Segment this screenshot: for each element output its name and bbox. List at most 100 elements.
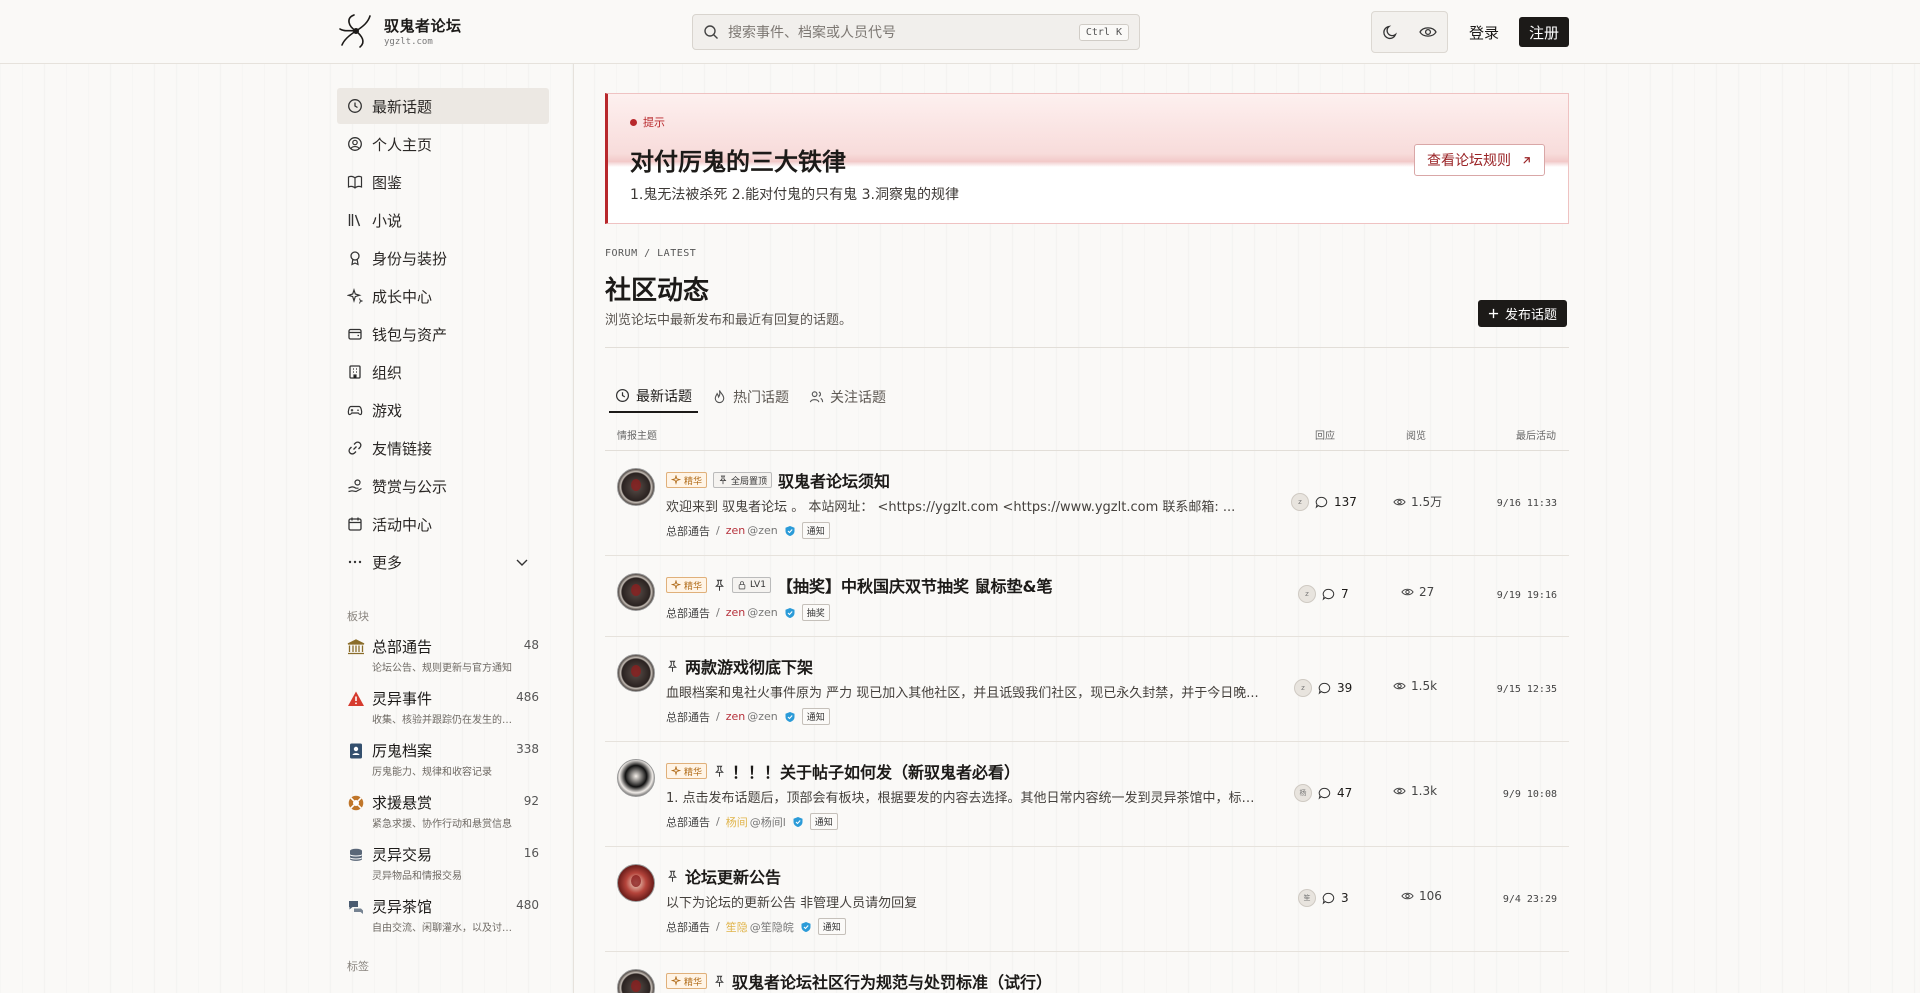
- eye-icon[interactable]: [1418, 22, 1438, 42]
- topic-row[interactable]: 两款游戏彻底下架 血眼档案和鬼社火事件原为 严力 现已加入其他社区，并且诋毁我们社…: [605, 637, 1569, 742]
- site-logo[interactable]: 驭鬼者论坛 ygzlt.com: [338, 12, 462, 50]
- board-item[interactable]: 厉鬼档案 厉鬼能力、规律和收容记录 338: [337, 740, 549, 792]
- topic-board[interactable]: 总部通告: [666, 709, 710, 725]
- notice-title: 对付厉鬼的三大铁律: [630, 148, 846, 176]
- topic-title[interactable]: ！！！关于帖子如何发（新驭鬼者必看）: [732, 759, 1020, 783]
- meta-separator: /: [716, 710, 720, 723]
- comment-icon: [1315, 496, 1328, 509]
- last-replier-avatar[interactable]: z: [1291, 493, 1309, 511]
- search-shortcut: Ctrl K: [1078, 23, 1129, 41]
- topic-title[interactable]: 两款游戏彻底下架: [685, 654, 813, 678]
- topic-meta: 总部通告 / 杨间 @杨间l 通知: [666, 813, 838, 830]
- last-replier-avatar[interactable]: z: [1298, 585, 1316, 603]
- wallet-icon: [347, 326, 372, 342]
- board-name: 灵异茶馆: [372, 898, 433, 916]
- login-link[interactable]: 登录: [1469, 22, 1499, 43]
- topic-author[interactable]: 杨间: [726, 814, 748, 830]
- verified-shield-icon: [792, 816, 804, 828]
- pin-icon: [666, 660, 679, 673]
- moon-icon[interactable]: [1381, 22, 1401, 42]
- sparkle-icon: [671, 976, 681, 986]
- sidebar-item-3[interactable]: 小说: [337, 202, 549, 238]
- topic-row[interactable]: 精华 驭鬼者论坛社区行为规范与处罚标准（试行）: [605, 952, 1569, 993]
- boards-label: 板块: [347, 610, 369, 623]
- topic-title-line: 精华 全局置顶 驭鬼者论坛须知: [666, 468, 890, 492]
- last-replier-avatar[interactable]: 杨: [1294, 784, 1312, 802]
- topic-author[interactable]: zen: [726, 710, 746, 723]
- tab-2[interactable]: 关注话题: [803, 380, 892, 413]
- last-replier-avatar[interactable]: 笙: [1298, 889, 1316, 907]
- topic-title[interactable]: 驭鬼者论坛须知: [778, 468, 890, 492]
- sidebar-item-10[interactable]: 赞赏与公示: [337, 468, 549, 504]
- topic-row[interactable]: 精华 ！！！关于帖子如何发（新驭鬼者必看） 1. 点击发布话题后，顶部会有板块，根据…: [605, 742, 1569, 847]
- topic-row[interactable]: 精华 LV1 【抽奖】中秋国庆双节抽奖 鼠标垫&笔 总部通告 / zen @zen …: [605, 556, 1569, 637]
- chevron-down-icon: [514, 554, 539, 574]
- tags-label: 标签: [347, 960, 369, 973]
- lock-icon: [737, 580, 747, 590]
- avatar[interactable]: [617, 654, 655, 692]
- topic-title-line: 精华 ！！！关于帖子如何发（新驭鬼者必看）: [666, 759, 1020, 783]
- sidebar-item-9[interactable]: 友情链接: [337, 430, 549, 466]
- avatar[interactable]: [617, 759, 655, 797]
- topic-meta: 总部通告 / zen @zen 通知: [666, 522, 830, 539]
- sidebar-item-4[interactable]: 身份与装扮: [337, 240, 549, 276]
- topic-author[interactable]: zen: [726, 524, 746, 537]
- sidebar-item-6[interactable]: 钱包与资产: [337, 316, 549, 352]
- topic-title[interactable]: 驭鬼者论坛社区行为规范与处罚标准（试行）: [732, 969, 1052, 993]
- avatar[interactable]: [617, 468, 655, 506]
- new-topic-button[interactable]: 发布话题: [1478, 300, 1568, 327]
- topic-board[interactable]: 总部通告: [666, 523, 710, 539]
- board-item[interactable]: 总部通告 论坛公告、规则更新与官方通知 48: [337, 636, 549, 688]
- topic-board[interactable]: 总部通告: [666, 814, 710, 830]
- topic-author[interactable]: zen: [726, 606, 746, 619]
- topic-board[interactable]: 总部通告: [666, 605, 710, 621]
- meta-separator: /: [716, 815, 720, 828]
- board-item[interactable]: 灵异茶馆 自由交流、闲聊灌水，以及讨论与... 480: [337, 896, 549, 948]
- board-item[interactable]: 灵异事件 收集、核验并跟踪仍在发生的灵异... 486: [337, 688, 549, 740]
- tab-0[interactable]: 最新话题: [609, 380, 698, 413]
- warning-icon: [347, 690, 365, 708]
- view-rules-button[interactable]: 查看论坛规则: [1414, 144, 1545, 176]
- topic-title[interactable]: 论坛更新公告: [685, 864, 781, 888]
- avatar[interactable]: [617, 969, 655, 993]
- sidebar-item-0[interactable]: 最新话题: [337, 88, 549, 124]
- topic-tag[interactable]: 通知: [801, 708, 830, 725]
- topic-tag[interactable]: 抽奖: [801, 604, 830, 621]
- library-icon: [347, 212, 372, 228]
- reply-count: z 137: [1291, 493, 1357, 511]
- topic-tag[interactable]: 通知: [817, 918, 846, 935]
- user-circle-icon: [347, 136, 372, 152]
- tab-1[interactable]: 热门话题: [706, 380, 795, 413]
- avatar[interactable]: [617, 864, 655, 902]
- last-activity-time: 9/4 23:29: [1502, 894, 1557, 905]
- topic-row[interactable]: 精华 全局置顶 驭鬼者论坛须知 欢迎来到 驭鬼者论坛 。 本站网址： <https:/…: [605, 451, 1569, 556]
- topic-author[interactable]: 笙隐: [726, 919, 748, 935]
- topic-row[interactable]: 论坛更新公告 以下为论坛的更新公告 非管理人员请勿回复 总部通告 / 笙隐 @笙隐…: [605, 847, 1569, 952]
- avatar[interactable]: [617, 573, 655, 611]
- board-desc: 自由交流、闲聊灌水，以及讨论与...: [372, 923, 514, 934]
- topic-board[interactable]: 总部通告: [666, 919, 710, 935]
- topic-title[interactable]: 【抽奖】中秋国庆双节抽奖 鼠标垫&笔: [777, 573, 1053, 597]
- register-button[interactable]: 注册: [1519, 17, 1570, 47]
- sidebar-item-label: 游戏: [372, 401, 403, 420]
- last-replier-avatar[interactable]: z: [1294, 679, 1312, 697]
- sidebar-item-5[interactable]: 成长中心: [337, 278, 549, 314]
- sidebar-item-label: 身份与装扮: [372, 249, 448, 268]
- gamepad-icon: [347, 402, 372, 418]
- board-item[interactable]: 灵异交易 灵异物品和情报交易 16: [337, 844, 549, 896]
- section-divider: [605, 347, 1569, 348]
- sidebar-item-7[interactable]: 组织: [337, 354, 549, 390]
- sidebar-item-11[interactable]: 活动中心: [337, 506, 549, 542]
- topic-tag[interactable]: 通知: [801, 522, 830, 539]
- topic-tag[interactable]: 通知: [809, 813, 838, 830]
- search-input[interactable]: 搜索事件、档案或人员代号 Ctrl K: [692, 14, 1140, 50]
- notice-desc: 1.鬼无法被杀死 2.能对付鬼的只有鬼 3.洞察鬼的规律: [630, 187, 959, 203]
- sidebar-item-2[interactable]: 图鉴: [337, 164, 549, 200]
- sidebar-item-8[interactable]: 游戏: [337, 392, 549, 428]
- sidebar-item-1[interactable]: 个人主页: [337, 126, 549, 162]
- users-icon: [809, 389, 824, 404]
- board-count: 480: [516, 898, 539, 912]
- sidebar-item-12[interactable]: 更多: [337, 544, 549, 580]
- board-item[interactable]: 求援悬赏 紧急求援、协作行动和悬赏信息 92: [337, 792, 549, 844]
- sidebar-divider: [573, 64, 574, 993]
